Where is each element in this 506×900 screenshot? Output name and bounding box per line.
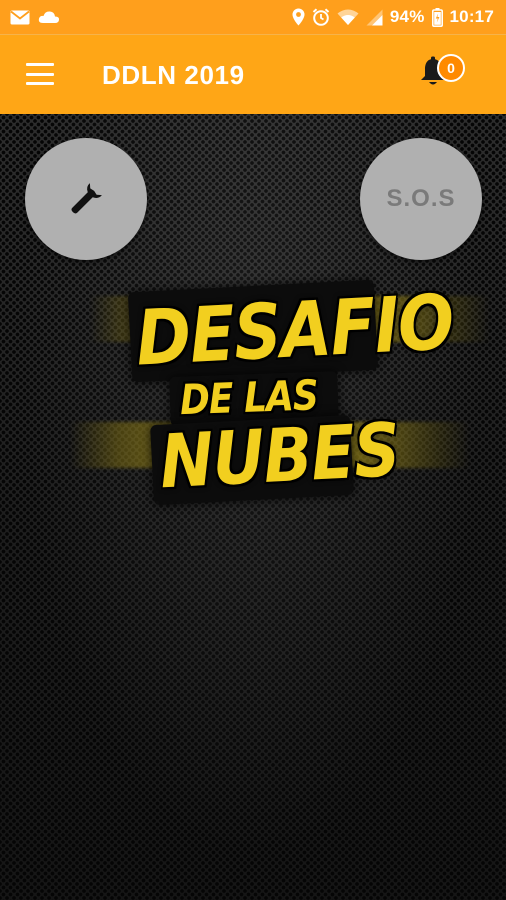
location-icon (292, 8, 305, 26)
logo-line-1: DESAFIO (133, 277, 456, 384)
tools-button[interactable] (25, 138, 147, 260)
alarm-icon (312, 8, 330, 26)
signal-icon (366, 9, 383, 26)
hamburger-icon-bar (26, 63, 54, 66)
hamburger-icon-bar (26, 82, 54, 85)
status-bar: 94% 10:17 (0, 0, 506, 34)
status-right: 94% 10:17 (292, 7, 494, 27)
wifi-icon (337, 9, 359, 26)
wrench-icon (71, 183, 102, 214)
mail-icon (10, 10, 30, 25)
event-logo: DESAFIO DE LAS NUBES (60, 270, 490, 510)
logo-line-3: NUBES (157, 408, 402, 506)
page-title: DDLN 2019 (102, 60, 245, 90)
sos-label: S.O.S (386, 185, 456, 212)
sos-button[interactable]: S.O.S (360, 138, 482, 260)
menu-button[interactable] (22, 59, 58, 89)
status-left (10, 10, 60, 25)
notification-count-badge: 0 (437, 54, 465, 82)
cloud-icon (38, 10, 60, 24)
hamburger-icon-bar (26, 72, 54, 76)
battery-icon (431, 7, 443, 27)
clock: 10:17 (449, 7, 494, 26)
battery-percentage: 94% (389, 7, 425, 26)
